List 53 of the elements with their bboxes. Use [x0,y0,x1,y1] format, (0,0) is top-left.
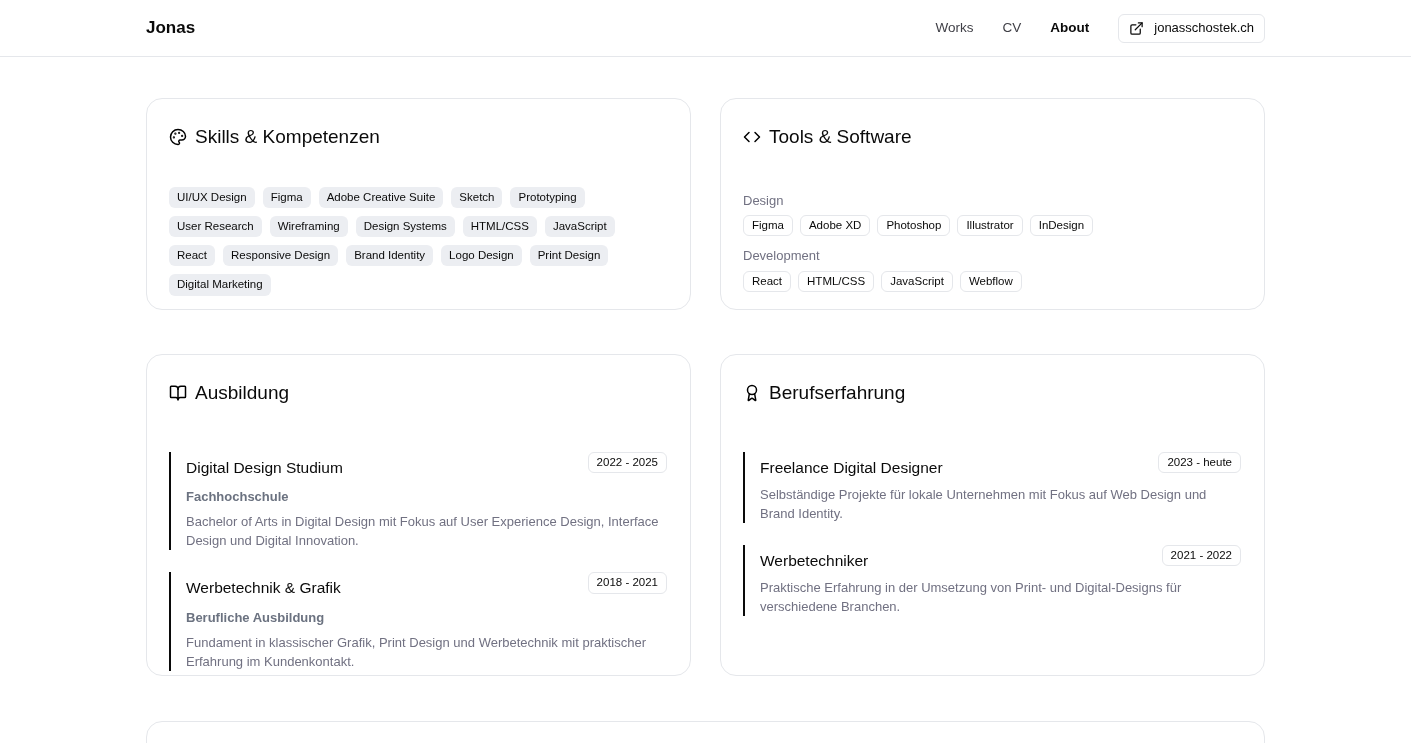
tool-tag: Photoshop [877,215,951,237]
skill-tag: Digital Marketing [169,274,271,296]
tool-group-label: Development [743,247,821,266]
entry-title: Digital Design Studium [186,457,343,478]
nav-link[interactable]: Works [935,17,974,39]
skill-tag: HTML/CSS [462,215,537,237]
period-label: 2018 - 2021 [587,572,667,594]
period-label: 2023 - heute [1158,451,1241,473]
tool-tag: JavaScript [881,270,953,292]
palette-icon [169,128,187,147]
external-link-icon [1129,20,1145,36]
tool-group-label: Design [743,191,785,210]
entry-description: Praktische Erfahrung in der Umsetzung von Print- und Digital-Designs für verschiedene Branchen. [760,579,1183,616]
tool-tag: React [743,270,792,292]
entry-title: Freelance Digital Designer [760,457,943,478]
skill-tag: Sketch [451,186,503,208]
card-title: Skills & Kompetenzen [195,125,380,149]
entry-title: Werbetechniker [760,550,869,571]
institution-label: Berufliche Ausbildung [186,608,326,627]
skill-tag: Brand Identity [346,245,434,267]
tool-tag: Illustrator [957,215,1023,237]
tool-tag: Adobe XD [799,215,871,237]
skill-tag: UI/UX Design [169,186,255,208]
skill-tag: Prototyping [510,186,585,208]
nav-link[interactable]: CV [1002,17,1022,39]
entry-description: Bachelor of Arts in Digital Design mit Fokus auf User Experience Design, Interface Design und Digital Innovation. [186,513,660,551]
website-link[interactable]: jonasschostek.ch [1118,13,1265,43]
skill-tag: Responsive Design [223,245,339,267]
entry-title: Werbetechnik & Grafik [186,578,341,599]
skill-tag: Adobe Creative Suite [318,186,444,208]
card-title: Berufserfahrung [769,381,906,405]
skill-tag: Figma [262,186,311,208]
skill-tag: JavaScript [544,215,615,237]
institution-label: Fachhochschule [186,487,290,506]
skill-tag: User Research [169,215,262,237]
site-logo[interactable]: Jonas [146,15,196,41]
book-icon [169,384,187,403]
skill-tag: Design Systems [355,215,455,237]
skill-tag: Logo Design [441,245,522,267]
entry-description: Fundament in klassischer Grafik, Print Design und Werbetechnik mit praktischer Erfahrung im Kundenkontakt. [186,634,647,671]
period-label: 2021 - 2022 [1161,544,1241,566]
card-title: Tools & Software [769,125,912,149]
tool-tag: Webflow [959,270,1022,292]
nav-link[interactable]: About [1050,17,1090,39]
tool-tag: HTML/CSS [798,270,875,292]
tool-tag: InDesign [1029,215,1094,237]
skill-tag: Wireframing [269,215,348,237]
card-title: Ausbildung [195,381,290,405]
period-label: 2022 - 2025 [587,451,667,473]
skill-tag: React [169,245,216,267]
skill-tag: Print Design [529,245,609,267]
entry-description: Selbständige Projekte für lokale Unternehmen mit Fokus auf Web Design und Brand Identity. [760,485,1208,523]
tool-tag: Figma [743,215,793,237]
